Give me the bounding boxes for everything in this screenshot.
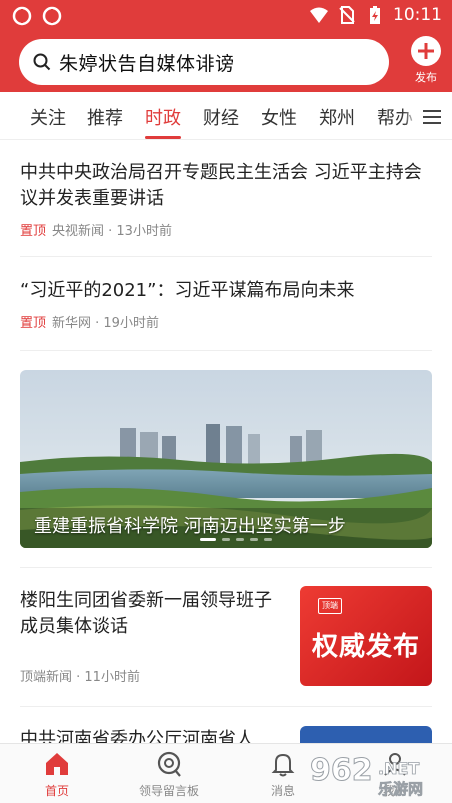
thumbnail-logo-tag: 顶端 xyxy=(318,598,342,614)
header: 朱婷状告自媒体诽谤 发布 xyxy=(0,32,452,92)
news-title: 中共河南省委办公厅河南省人 xyxy=(20,729,254,743)
tab-politics[interactable]: 时政 xyxy=(145,104,181,130)
wifi-icon xyxy=(310,7,328,23)
news-meta: 顶端新闻 · 11小时前 xyxy=(20,666,284,685)
news-item[interactable]: 中共中央政治局召开专题民主生活会 习近平主持会议并发表重要讲话 置顶 央视新闻 ·… xyxy=(20,160,432,239)
app-notification-icon xyxy=(42,6,62,26)
tab-follow[interactable]: 关注 xyxy=(30,104,66,130)
active-tab-indicator xyxy=(145,136,181,139)
divider xyxy=(20,256,432,257)
tab-finance[interactable]: 财经 xyxy=(203,104,239,130)
carousel-dot xyxy=(222,538,230,541)
pinned-badge: 置顶 xyxy=(20,316,47,331)
divider xyxy=(20,706,432,707)
status-bar: 10:11 xyxy=(0,0,452,32)
carousel-dot xyxy=(264,538,272,541)
news-source: 央视新闻 · 13小时前 xyxy=(52,224,172,239)
banner-carousel[interactable]: 重建重振省科学院 河南迈出坚实第一步 xyxy=(20,370,432,548)
news-item[interactable]: “习近平的2021”：习近平谋篇布局向未来 置顶 新华网 · 19小时前 xyxy=(20,278,432,331)
svg-text:962: 962 xyxy=(310,753,373,788)
publish-label: 发布 xyxy=(415,71,437,84)
status-time: 10:11 xyxy=(393,5,442,25)
nav-messages-label: 消息 xyxy=(270,784,295,798)
news-source: 新华网 · 19小时前 xyxy=(52,316,159,331)
svg-text:.NET: .NET xyxy=(378,759,419,778)
nav-message-board[interactable]: 领导留言板 xyxy=(124,750,214,799)
banner-caption: 重建重振省科学院 河南迈出坚实第一步 xyxy=(34,516,346,537)
svg-text:乐游网: 乐游网 xyxy=(378,780,423,798)
news-meta: 置顶 新华网 · 19小时前 xyxy=(20,312,432,331)
carousel-dot-active xyxy=(200,538,216,541)
publish-button[interactable]: 发布 xyxy=(408,36,444,85)
category-tabs: 关注 推荐 时政 财经 女性 郑州 帮办 xyxy=(0,92,452,140)
carousel-dot xyxy=(236,538,244,541)
nav-home[interactable]: 首页 xyxy=(12,750,102,799)
news-meta: 置顶 央视新闻 · 13小时前 xyxy=(20,220,432,239)
tab-help[interactable]: 帮办 xyxy=(377,104,413,130)
watermark-logo: 962 .NET 乐游网 xyxy=(310,753,424,799)
tab-women[interactable]: 女性 xyxy=(261,104,297,130)
carousel-dot xyxy=(250,538,258,541)
app-notification-icon xyxy=(12,6,32,26)
search-input[interactable]: 朱婷状告自媒体诽谤 xyxy=(19,39,389,85)
news-thumbnail[interactable]: 顶端 权威发布 xyxy=(300,586,432,686)
plus-icon xyxy=(411,36,441,66)
news-title: “习近平的2021”：习近平谋篇布局向未来 xyxy=(20,280,355,301)
divider xyxy=(20,350,432,351)
battery-charging-icon xyxy=(370,6,380,24)
home-icon xyxy=(46,753,68,775)
tab-recommend[interactable]: 推荐 xyxy=(87,104,123,130)
message-board-icon xyxy=(157,751,181,777)
bell-icon xyxy=(271,753,295,777)
thumbnail-text: 权威发布 xyxy=(311,632,420,662)
divider xyxy=(20,567,432,568)
search-query-text: 朱婷状告自媒体诽谤 xyxy=(59,52,235,75)
menu-icon[interactable] xyxy=(420,106,444,126)
carousel-dots xyxy=(200,538,272,541)
news-title: 中共中央政治局召开专题民主生活会 习近平主持会议并发表重要讲话 xyxy=(20,162,422,209)
pinned-badge: 置顶 xyxy=(20,224,47,239)
news-source: 顶端新闻 · 11小时前 xyxy=(20,670,140,685)
nav-home-label: 首页 xyxy=(44,784,69,798)
news-thumbnail[interactable] xyxy=(300,726,432,743)
news-item[interactable]: 中共河南省委办公厅河南省人 xyxy=(20,727,284,743)
no-sim-icon xyxy=(339,6,355,24)
news-item[interactable]: 楼阳生同团省委新一届领导班子成员集体谈话 顶端新闻 · 11小时前 xyxy=(20,588,284,685)
tab-zhengzhou[interactable]: 郑州 xyxy=(319,104,355,130)
news-title: 楼阳生同团省委新一届领导班子成员集体谈话 xyxy=(20,590,272,637)
search-icon xyxy=(33,53,51,71)
nav-message-board-label: 领导留言板 xyxy=(138,784,199,798)
